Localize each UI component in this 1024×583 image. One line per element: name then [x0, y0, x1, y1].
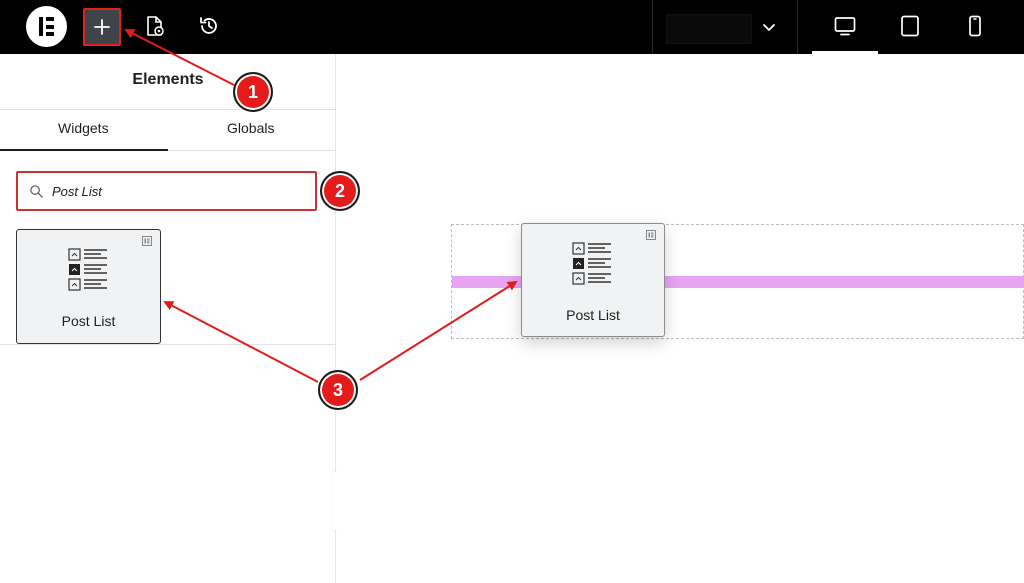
post-list-icon [572, 242, 611, 285]
chevron-down-icon[interactable] [760, 18, 778, 36]
dragging-widget-post-list[interactable]: Post List [521, 223, 665, 337]
elements-panel: Elements Widgets Globals Post List Post … [0, 54, 336, 583]
widget-label: Post List [61, 313, 116, 329]
annotation-badge-2: 2 [320, 171, 360, 211]
search-field[interactable] [16, 171, 317, 211]
active-tab-indicator [0, 149, 168, 151]
divider [0, 109, 336, 110]
toolbar-divider [652, 0, 653, 54]
elementor-logo-icon[interactable] [26, 6, 67, 47]
widget-post-list[interactable]: Post List [16, 229, 161, 344]
editor-top-bar [0, 0, 1024, 54]
elementor-pro-icon [646, 230, 656, 240]
annotation-number: 1 [247, 81, 258, 102]
toolbar-divider [797, 0, 798, 54]
tab-globals[interactable]: Globals [227, 120, 274, 136]
panel-title: Elements [132, 71, 204, 88]
search-icon [30, 185, 43, 198]
post-list-icon [67, 248, 107, 291]
plus-icon [94, 19, 110, 35]
tab-widgets[interactable]: Widgets [58, 120, 109, 136]
search-input[interactable] [52, 173, 312, 209]
history-icon[interactable] [197, 14, 221, 38]
tablet-view-icon[interactable] [898, 14, 922, 38]
annotation-badge-1: 1 [233, 72, 273, 112]
site-selector[interactable] [666, 14, 752, 44]
divider [0, 344, 336, 345]
page-settings-icon[interactable] [143, 14, 167, 38]
annotation-badge-3: 3 [318, 370, 358, 410]
annotation-number: 2 [334, 180, 345, 201]
annotation-number: 3 [332, 379, 343, 400]
add-element-button[interactable] [83, 8, 121, 46]
elementor-pro-icon [142, 236, 152, 246]
widget-label: Post List [566, 307, 620, 323]
mobile-view-icon[interactable] [963, 14, 987, 38]
desktop-view-icon[interactable] [833, 14, 857, 38]
